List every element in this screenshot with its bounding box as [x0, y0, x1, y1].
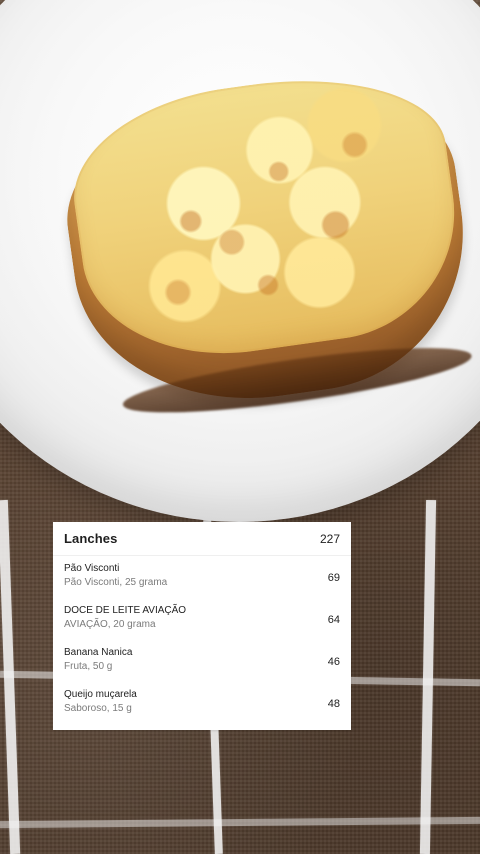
food-item-name: Queijo muçarela	[64, 689, 137, 700]
food-item-pao-visconti: Pão Visconti Pão Visconti, 25 grama 69	[53, 556, 351, 598]
food-item-queijo-mucarela: Queijo muçarela Saboroso, 15 g 48	[53, 682, 351, 724]
meal-total-calories: 227	[319, 531, 340, 546]
meal-title: Lanches	[64, 531, 118, 546]
meal-summary-card: Lanches 227 Pão Visconti Pão Visconti, 2…	[53, 522, 351, 730]
food-item-calories: 46	[327, 656, 340, 668]
food-item-banana-nanica: Banana Nanica Fruta, 50 g 46	[53, 640, 351, 682]
food-item-name: Pão Visconti	[64, 563, 120, 574]
food-item-name: DOCE DE LEITE AVIAÇÃO	[64, 605, 187, 616]
food-item-detail: Pão Visconti, 25 grama	[64, 577, 168, 588]
food-item-name: Banana Nanica	[64, 647, 133, 658]
food-item-list: Pão Visconti Pão Visconti, 25 grama 69 D…	[53, 556, 351, 724]
food-item-detail: Saboroso, 15 g	[64, 703, 132, 714]
meal-card-header: Lanches 227	[53, 522, 351, 556]
food-item-detail: AVIAÇÃO, 20 grama	[64, 619, 156, 630]
food-item-calories: 64	[327, 614, 340, 626]
food-item-calories: 48	[327, 698, 340, 710]
food-item-detail: Fruta, 50 g	[64, 661, 113, 672]
food-item-calories: 69	[327, 572, 340, 584]
food-item-doce-de-leite: DOCE DE LEITE AVIAÇÃO AVIAÇÃO, 20 grama …	[53, 598, 351, 640]
